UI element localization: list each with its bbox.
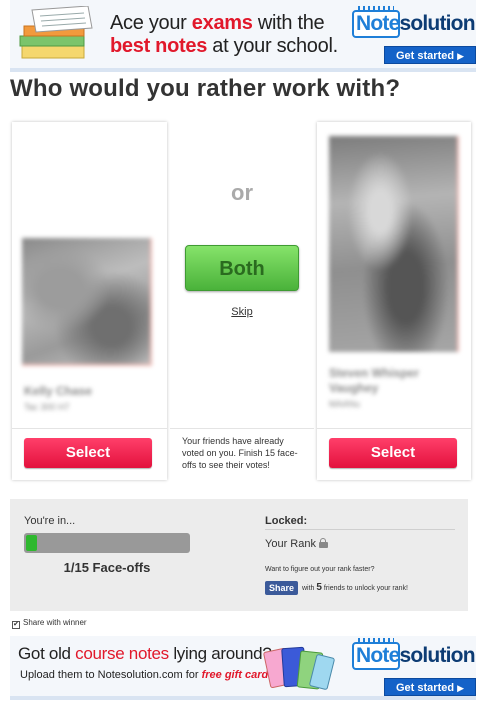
progress-fill (26, 535, 37, 551)
left-candidate-photo[interactable] (22, 238, 152, 366)
bottom-ad-subtext: Upload them to Notesolution.com for free… (20, 669, 279, 681)
skip-link[interactable]: Skip (170, 306, 314, 318)
top-ad-headline: Ace your exams with the best notes at yo… (110, 12, 338, 57)
left-select-button[interactable]: Select (24, 438, 152, 468)
share-with-winner-checkbox[interactable]: ✔ (12, 621, 20, 629)
rank-hint: Want to figure out your rank faster? (265, 566, 375, 573)
your-rank: Your Rank (265, 538, 328, 550)
notesolution-logo: Notesolution (352, 6, 476, 38)
or-label: or (231, 180, 253, 205)
top-get-started-button[interactable]: Get started ▶ (384, 46, 476, 64)
left-candidate-name: Kelly Chase Tac 300 H7 (24, 384, 93, 412)
lock-icon (318, 538, 328, 548)
facebook-share-button[interactable]: Share (265, 581, 299, 595)
friends-voted-note: Your friends have already voted on you. … (182, 436, 298, 470)
both-button[interactable]: Both (185, 245, 299, 291)
page-title: Who would you rather work with? (10, 75, 401, 102)
locked-label: Locked: (265, 515, 308, 527)
middle-column: or Both Skip Your friends have already v… (170, 122, 314, 480)
right-select-button[interactable]: Select (329, 438, 457, 468)
bottom-ad-headline: Got old course notes lying around? (18, 644, 272, 663)
progress-panel: You're in... 1/15 Face-offs Locked: Your… (10, 499, 468, 611)
your-rank-label: Your Rank (265, 538, 316, 550)
arrow-right-icon: ▶ (457, 51, 464, 61)
arrow-right-icon: ▶ (457, 683, 464, 693)
left-candidate-card: Kelly Chase Tac 300 H7 Select (12, 122, 167, 480)
notesolution-logo-bottom: Notesolution (352, 638, 476, 670)
right-candidate-card: Steven Whisper Vaughey MAANu Select (317, 122, 471, 480)
share-row: Share with 5 friends to unlock your rank… (265, 581, 408, 595)
top-ad-banner[interactable]: Ace your exams with the best notes at yo… (10, 0, 476, 72)
faceoffs-count: 1/15 Face-offs (63, 560, 151, 575)
bottom-get-started-button[interactable]: Get started ▶ (384, 678, 476, 696)
youre-in-label: You're in... (24, 515, 76, 527)
right-candidate-name: Steven Whisper Vaughey MAANu (329, 366, 420, 409)
share-with-winner-label: Share with winner (23, 618, 87, 627)
share-with-winner[interactable]: ✔ Share with winner (12, 618, 87, 629)
bottom-ad-banner[interactable]: Got old course notes lying around? Uploa… (10, 636, 476, 700)
books-icon (19, 6, 93, 59)
right-candidate-photo[interactable] (329, 136, 459, 352)
faceoff-progress-bar (24, 533, 190, 553)
gift-cards-icon (263, 646, 335, 690)
